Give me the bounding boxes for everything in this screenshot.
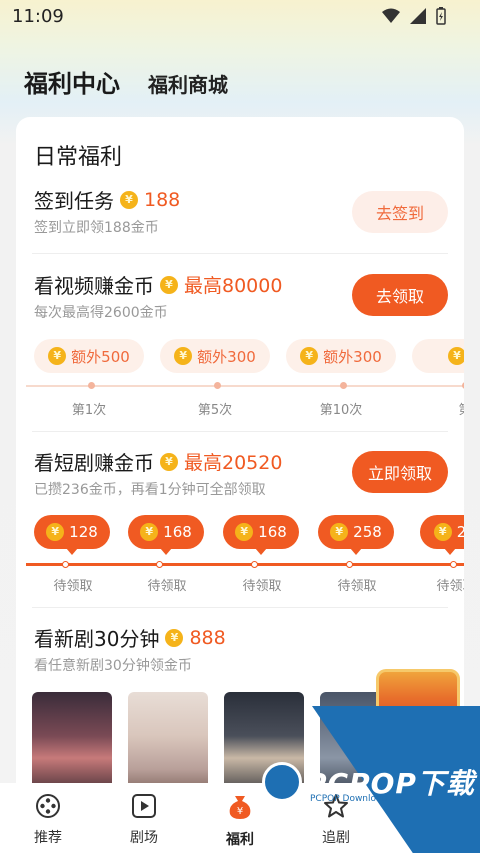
reward-bubble[interactable]: ¥168 [128,515,204,555]
svg-text:¥: ¥ [237,806,243,817]
bonus-chip: ¥额 [412,339,464,373]
newdrama-task-title: 看新剧30分钟 ¥ 888 [34,623,226,652]
tab-welfare-mall[interactable]: 福利商城 [148,69,228,98]
signal-icon [410,8,426,24]
progress-dot [156,561,163,568]
drama-task-title: 看短剧赚金币 ¥ 最高20520 [34,447,282,476]
progress-dot [214,382,221,389]
progress-dot [340,382,347,389]
coin-icon: ¥ [174,347,193,365]
checkin-button[interactable]: 去签到 [352,191,448,233]
step-label: 第1次 [71,403,107,418]
status-bar: 11:09 [0,0,480,34]
play-box-icon [132,794,156,818]
progress-dot [346,561,353,568]
progress-dot [62,561,69,568]
status-time: 11:09 [12,6,64,27]
reward-bubble-value: 168 [163,523,192,541]
reward-bubble[interactable]: ¥168 [223,515,299,555]
coin-icon: ¥ [165,628,184,647]
coin-icon: ¥ [160,452,178,471]
battery-icon [436,7,446,25]
newdrama-title-text: 看新剧30分钟 [34,627,160,651]
step-label: 待领取 [436,579,464,594]
bonus-chip-label: 额外300 [323,347,382,366]
drama-progress-track [26,561,464,568]
step-label: 第10次 [319,403,363,418]
drama-poster[interactable] [32,692,112,797]
checkin-task-title: 签到任务 ¥ 188 [34,185,180,214]
bonus-chip: ¥ 额外300 [160,339,270,373]
section-title: 日常福利 [34,145,123,170]
reward-bubble-value: 258 [353,523,382,541]
drama-subtitle: 已攒236金币，再看1分钟可全部领取 [34,482,266,498]
step-label: 待领取 [242,579,282,594]
coin-icon: ¥ [140,523,159,541]
divider [32,431,448,432]
reward-bubble-value: 168 [258,523,287,541]
drama-title-text: 看短剧赚金币 [34,451,154,475]
step-label: 第 [435,399,464,418]
drama-claim-button[interactable]: 立即领取 [352,451,448,493]
nav-label: 剧场 [130,830,158,846]
step-label: 第5次 [197,403,233,418]
nav-item-theater[interactable]: 剧场 [109,793,179,847]
coin-icon: ¥ [120,190,138,209]
coin-icon: ¥ [235,523,254,541]
drama-reward-bubbles: ¥128 ¥168 ¥168 ¥258 ¥2 [34,515,464,555]
video-subtitle: 每次最高得2600金币 [34,305,168,321]
coin-icon: ¥ [300,347,319,365]
newdrama-subtitle: 看任意新剧30分钟领金币 [34,658,192,674]
video-bonus-chips: ¥额外500 ¥额外300 ¥额外300 ¥额 [34,339,464,375]
drama-reward: 最高20520 [184,452,283,474]
coin-icon: ¥ [447,347,464,365]
newdrama-reward: 888 [189,626,226,649]
drama-poster[interactable] [128,692,208,797]
divider [32,253,448,254]
nav-label: 福利 [226,832,254,848]
tab-welfare-center[interactable]: 福利中心 [24,64,120,99]
reward-bubble-value: 2 [456,523,464,541]
video-title-text: 看视频赚金币 [34,274,154,298]
nav-label: 推荐 [34,830,62,846]
coin-icon: ¥ [433,523,452,541]
bonus-chip-label: 额外300 [197,347,256,366]
coin-icon: ¥ [330,523,349,541]
step-label: 待领取 [147,579,187,594]
video-task-title: 看视频赚金币 ¥ 最高80000 [34,270,282,299]
progress-dot [251,561,258,568]
checkin-subtitle: 签到立即领188金币 [34,220,159,236]
bonus-chip: ¥ 额外300 [286,339,396,373]
progress-dot [462,382,464,389]
bonus-chip-label: 额外500 [71,347,130,366]
progress-dot [450,561,457,568]
reward-bubble[interactable]: ¥2 [420,515,464,555]
video-reward: 最高80000 [184,275,283,297]
checkin-reward: 188 [144,188,181,211]
nav-label: 追剧 [322,830,350,846]
divider [32,607,448,608]
wifi-icon [382,8,400,23]
watermark-logo-icon [262,762,302,802]
progress-dot [88,382,95,389]
status-icons [382,7,446,25]
film-reel-icon [36,794,60,818]
reward-bubble[interactable]: ¥258 [318,515,394,555]
watermark-subtext: PCPOP Download [310,794,388,804]
checkin-title-text: 签到任务 [34,189,114,213]
money-bag-icon: ¥ [229,796,251,819]
reward-bubble[interactable]: ¥128 [34,515,110,555]
nav-item-recommend[interactable]: 推荐 [13,793,83,847]
bonus-chip: ¥ 额外500 [34,339,144,373]
coin-icon: ¥ [160,275,178,294]
header-tabs: 福利中心 福利商城 [24,64,228,99]
video-claim-button[interactable]: 去领取 [352,274,448,316]
coin-icon: ¥ [48,347,67,365]
daily-welfare-card: 日常福利 签到任务 ¥ 188 签到立即领188金币 去签到 看视频赚金币 ¥ … [16,117,464,797]
coin-icon: ¥ [46,523,65,541]
step-label: 待领取 [53,579,93,594]
video-progress-track [26,382,464,389]
reward-bubble-value: 128 [69,523,98,541]
step-label: 待领取 [337,579,377,594]
